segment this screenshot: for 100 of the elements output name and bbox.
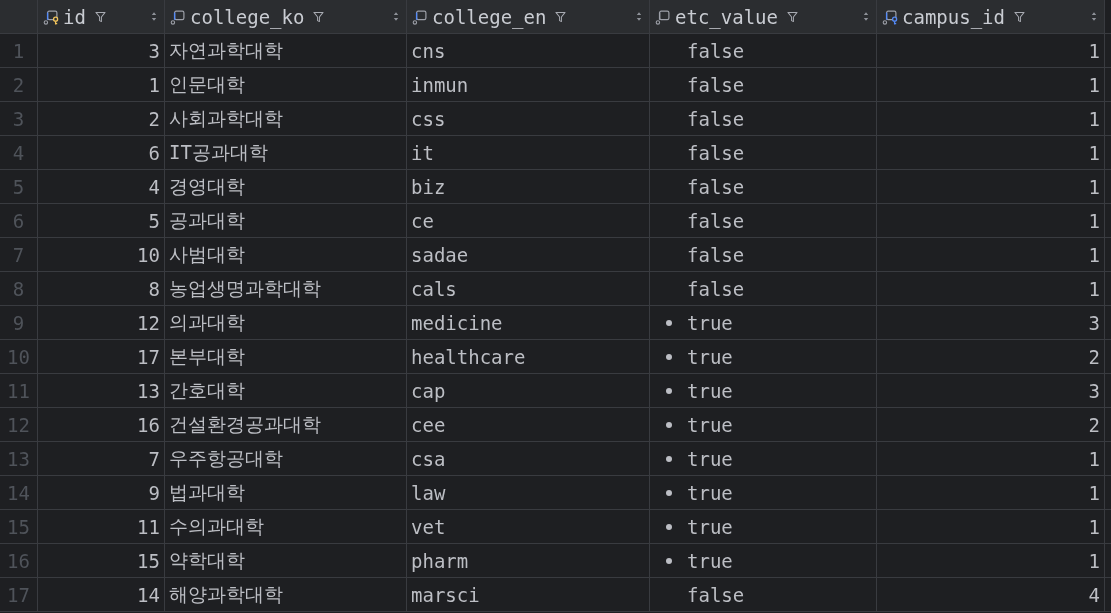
table-cell: marsci (407, 578, 650, 612)
table-cell: 사회과학대학 (165, 102, 407, 136)
column-icon (412, 8, 428, 25)
column-icon (655, 8, 671, 25)
row-number: 7 (0, 238, 38, 272)
bullet-icon (666, 319, 672, 326)
table-cell: 4 (877, 578, 1105, 612)
table-cell: 1 (877, 170, 1105, 204)
table-cell: 1 (877, 238, 1105, 272)
sort-icon[interactable] (151, 11, 157, 22)
table-cell: 1 (877, 204, 1105, 238)
table-cell: 건설환경공과대학 (165, 408, 407, 442)
filter-icon[interactable] (313, 10, 325, 23)
table-cell: 6 (38, 136, 165, 170)
row-number: 1 (0, 34, 38, 68)
boolean-value: true (687, 379, 733, 402)
table-cell: 사범대학 (165, 238, 407, 272)
table-cell: vet (407, 510, 650, 544)
row-number: 16 (0, 544, 38, 578)
bullet-icon (666, 489, 672, 496)
sort-icon[interactable] (636, 11, 642, 22)
table-cell: 2 (38, 102, 165, 136)
column-label: id (63, 5, 86, 28)
boolean-value: false (687, 175, 745, 198)
table-cell: 1 (877, 68, 1105, 102)
filter-icon[interactable] (786, 10, 798, 23)
boolean-value: false (687, 243, 745, 266)
boolean-value: false (687, 39, 745, 62)
bullet-icon (666, 421, 672, 428)
table-cell: 17 (38, 340, 165, 374)
filter-icon[interactable] (94, 10, 106, 23)
column-header[interactable]: etc_value (650, 0, 877, 34)
boolean-value: true (687, 311, 733, 334)
table-cell: 법과대학 (165, 476, 407, 510)
table-cell: 10 (38, 238, 165, 272)
row-number: 4 (0, 136, 38, 170)
table-cell: 간호대학 (165, 374, 407, 408)
table-cell: healthcare (407, 340, 650, 374)
boolean-value: true (687, 447, 733, 470)
bullet-icon (666, 387, 672, 394)
filter-icon[interactable] (1013, 10, 1025, 23)
table-cell: 11 (38, 510, 165, 544)
table-corner (0, 0, 38, 34)
boolean-value: true (687, 481, 733, 504)
sort-icon[interactable] (863, 11, 869, 22)
boolean-value: true (687, 549, 733, 572)
table-cell: 2 (877, 340, 1105, 374)
row-number: 5 (0, 170, 38, 204)
row-number: 9 (0, 306, 38, 340)
table-cell: biz (407, 170, 650, 204)
boolean-value: true (687, 413, 733, 436)
table-cell: 16 (38, 408, 165, 442)
table-cell: 의과대학 (165, 306, 407, 340)
table-cell: 3 (877, 374, 1105, 408)
boolean-value: true (687, 515, 733, 538)
table-cell: 1 (877, 476, 1105, 510)
table-cell: csa (407, 442, 650, 476)
column-header[interactable]: college_en (407, 0, 650, 34)
table-cell: 9 (38, 476, 165, 510)
bullet-icon (666, 523, 672, 530)
table-cell: 1 (877, 544, 1105, 578)
table-cell: 4 (38, 170, 165, 204)
table-cell: 1 (877, 442, 1105, 476)
filter-icon[interactable] (555, 10, 567, 23)
row-number: 8 (0, 272, 38, 306)
column-header[interactable]: id (38, 0, 165, 34)
row-number: 17 (0, 578, 38, 612)
table-cell: 14 (38, 578, 165, 612)
table-cell: 공과대학 (165, 204, 407, 238)
table-cell: 8 (38, 272, 165, 306)
row-number: 12 (0, 408, 38, 442)
table-cell: sadae (407, 238, 650, 272)
table-cell: 3 (877, 306, 1105, 340)
row-number: 14 (0, 476, 38, 510)
table-cell: 자연과학대학 (165, 34, 407, 68)
boolean-value: true (687, 345, 733, 368)
table-cell: 7 (38, 442, 165, 476)
table-cell: 3 (38, 34, 165, 68)
boolean-value: false (687, 107, 745, 130)
table-cell: 해양과학대학 (165, 578, 407, 612)
key-column-icon (43, 8, 59, 25)
boolean-value: false (687, 583, 745, 606)
table-cell: 12 (38, 306, 165, 340)
column-label: college_ko (190, 5, 305, 28)
sort-icon[interactable] (1091, 11, 1097, 22)
sort-icon[interactable] (393, 11, 399, 22)
row-number: 15 (0, 510, 38, 544)
column-header[interactable]: college_ko (165, 0, 407, 34)
table-cell: medicine (407, 306, 650, 340)
key-column-icon (882, 8, 898, 25)
table-cell: 약학대학 (165, 544, 407, 578)
table-cell: ce (407, 204, 650, 238)
table-cell: IT공과대학 (165, 136, 407, 170)
table-cell: 2 (877, 408, 1105, 442)
column-header[interactable]: campus_id (877, 0, 1105, 34)
table-cell: 1 (877, 34, 1105, 68)
table-cell: pharm (407, 544, 650, 578)
row-number: 11 (0, 374, 38, 408)
table-cell: css (407, 102, 650, 136)
table-cell: cap (407, 374, 650, 408)
